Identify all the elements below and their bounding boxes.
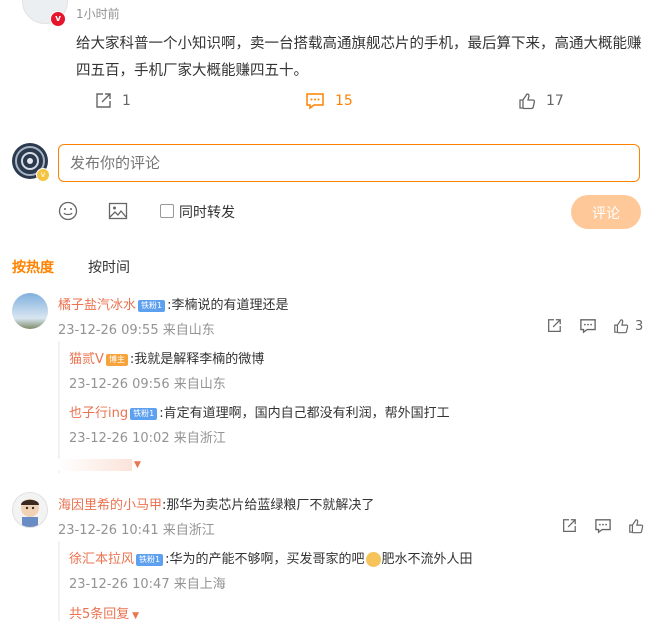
like-count: 17 [546,93,564,109]
reply-meta: 23-12-26 10:47 来自上海 [69,577,226,592]
verified-badge-icon: v [50,11,66,27]
reply-divider [58,541,60,621]
emoji-icon[interactable] [58,201,78,225]
post-text: 给大家科普一个小知识啊，卖一台搭载高通旗舰芯片的手机，最后算下来，高通大概能赚四… [76,36,642,79]
reply-meta: 23-12-26 09:56 来自山东 [69,377,226,392]
reply-divider [58,341,60,473]
repost-button[interactable]: 1 [94,92,131,110]
repost-comment-button[interactable] [546,318,562,334]
repost-comment-button[interactable] [561,518,577,534]
user-level-badge-icon: v [36,168,50,182]
reply-text: :我就是解释李楠的微博 [129,352,265,367]
like-comment-button[interactable] [628,518,644,534]
commenter-name[interactable]: 橘子盐汽冰水 [58,298,136,313]
comment-icon [580,319,596,334]
fan-badge: 铁粉1 [136,553,164,566]
replier-name[interactable]: 徐汇本拉风 [69,552,134,567]
like-icon [519,93,536,110]
repost-icon [548,319,561,332]
comment-button[interactable]: 15 [305,92,353,110]
image-icon[interactable] [108,201,128,225]
fan-badge: 铁粉1 [138,299,166,312]
comment-line: 海因里希的小马甲:那华为卖芯片给蓝绿粮厂不就解决了 [58,494,374,513]
commenter-name[interactable]: 海因里希的小马甲 [58,498,162,513]
chevron-down-icon: ▼ [129,611,140,621]
repost-icon [563,519,576,532]
more-replies-link[interactable]: 共5条回复 ▼ [69,603,139,622]
tab-sort-time[interactable]: 按时间 [88,257,130,277]
like-count: 3 [635,318,644,334]
reply-line: 也子行ing 铁粉1:肯定有道理啊，国内自己都没有利润，帮外国打工 [69,402,450,421]
like-comment-button[interactable]: 3 [613,318,643,334]
reply-line: 徐汇本拉风 铁粉1:华为的产能不够啊，买发哥家的吧 肥水不流外人田 [69,548,473,567]
replier-name[interactable]: 也子行ing [69,406,128,421]
reply-line: 猫贰V 博主:我就是解释李楠的微博 [69,348,264,367]
repost-checkbox[interactable] [160,204,174,218]
more-replies-fade [58,459,132,471]
more-replies-label: 共5条回复 [69,607,130,622]
commenter-avatar[interactable] [12,492,48,528]
commenter-avatar[interactable] [12,293,48,329]
replier-name[interactable]: 猫贰V [69,352,104,367]
reply-meta: 23-12-26 10:02 来自浙江 [69,431,226,446]
chevron-down-icon[interactable]: ▼ [134,460,141,470]
like-icon [629,519,644,534]
comment-icon [306,93,324,110]
reply-comment-button[interactable] [594,518,612,534]
blogger-badge: 博主 [105,353,128,366]
reply-text: :华为的产能不够啊，买发哥家的吧 [165,552,365,567]
reply-text: :肯定有道理啊，国内自己都没有利润，帮外国打工 [159,406,450,421]
repost-count: 1 [122,93,131,109]
repost-checkbox-label: 同时转发 [179,205,235,221]
submit-comment-button[interactable]: 评论 [571,195,641,229]
comment-input[interactable] [58,144,640,182]
comment-meta: 23-12-26 09:55 来自山东 [58,323,215,338]
reply-comment-button[interactable] [579,318,597,334]
comment-text: :那华为卖芯片给蓝绿粮厂不就解决了 [162,498,375,513]
doge-emoji-icon [365,552,381,567]
like-icon [614,319,629,334]
reply-text-end: 肥水不流外人田 [381,552,473,567]
like-button[interactable]: 17 [518,92,564,110]
repost-icon [96,93,111,108]
post-time: 1小时前 [76,7,120,21]
comment-line: 橘子盐汽冰水 铁粉1:李楠说的有道理还是 [58,294,289,313]
comment-count: 15 [335,93,353,109]
comment-icon [595,519,611,534]
comment-text: :李楠说的有道理还是 [167,298,289,313]
comment-meta: 23-12-26 10:41 来自浙江 [58,523,215,538]
tab-sort-hot[interactable]: 按热度 [12,257,54,277]
fan-badge: 铁粉1 [130,407,158,420]
